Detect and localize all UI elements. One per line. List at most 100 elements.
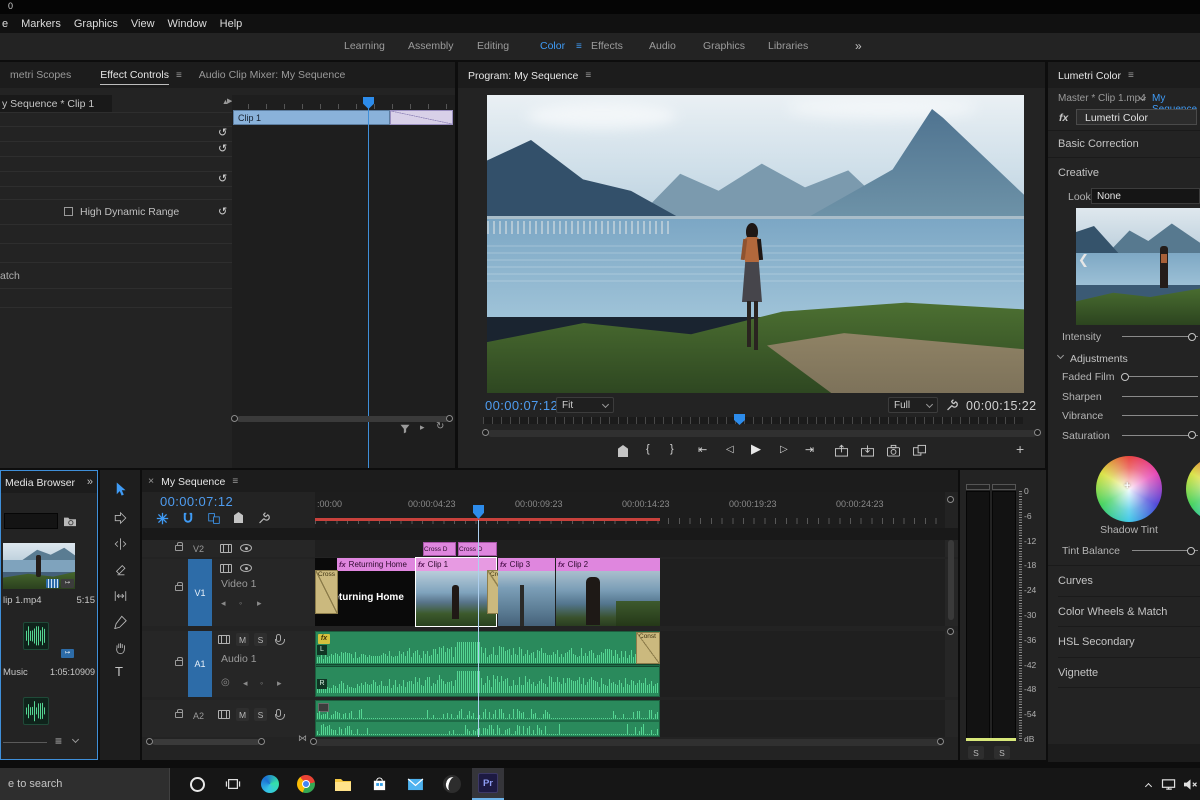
ec-collapse-icon[interactable]: ▲ bbox=[222, 99, 229, 106]
ec-reset-icon[interactable]: ↺ bbox=[218, 142, 227, 155]
media-badge-usage[interactable] bbox=[46, 579, 59, 588]
track-output-icon[interactable] bbox=[218, 710, 230, 719]
lumetri-master-clip[interactable]: Master * Clip 1.mp4 bbox=[1058, 93, 1146, 104]
menu-item[interactable]: Graphics bbox=[74, 18, 118, 30]
menu-item[interactable]: Help bbox=[220, 18, 243, 30]
goto-out-button[interactable]: ⇥ bbox=[805, 443, 814, 456]
menu-item[interactable]: e bbox=[2, 18, 8, 30]
lift-button[interactable] bbox=[833, 443, 849, 457]
audio-clip-a2[interactable] bbox=[315, 700, 660, 737]
task-view-icon[interactable] bbox=[217, 768, 249, 800]
look-preview-thumbnail[interactable] bbox=[1076, 208, 1200, 325]
timeline-add-marker-icon[interactable] bbox=[234, 512, 243, 523]
ec-h-scrollbar[interactable] bbox=[237, 416, 449, 422]
ec-next-clip-bar[interactable] bbox=[390, 110, 453, 125]
type-tool[interactable]: T bbox=[115, 664, 123, 679]
lumetri-effect-bar[interactable]: Lumetri Color bbox=[1076, 109, 1197, 125]
linked-selection-icon[interactable] bbox=[206, 511, 222, 525]
source-patch-v1[interactable]: V1 bbox=[188, 559, 212, 626]
ec-loop-icon[interactable]: ↻ bbox=[436, 421, 444, 432]
play-button[interactable]: ▶ bbox=[751, 441, 761, 457]
microsoft-store-icon[interactable] bbox=[363, 768, 395, 800]
workspace-tab[interactable]: Libraries bbox=[768, 40, 808, 52]
step-back-button[interactable]: ◁ bbox=[726, 444, 734, 455]
lock-icon[interactable] bbox=[175, 585, 183, 591]
ripple-edit-tool[interactable] bbox=[112, 536, 128, 552]
timeline-settings-wrench-icon[interactable] bbox=[256, 511, 272, 525]
adjustments-header[interactable]: Adjustments bbox=[1070, 353, 1128, 365]
add-keyframe-icon[interactable]: ◦ bbox=[239, 598, 242, 608]
program-scroll-handle-right[interactable] bbox=[1034, 429, 1041, 436]
razor-tool[interactable] bbox=[112, 562, 128, 578]
timeline-h-scrollbar[interactable] bbox=[315, 739, 943, 746]
slip-tool[interactable] bbox=[112, 588, 128, 604]
media-zoom-slider[interactable] bbox=[3, 742, 47, 743]
transition-constant-power[interactable]: Const bbox=[636, 632, 660, 664]
workspace-tab[interactable]: Editing bbox=[477, 40, 509, 52]
program-current-timecode[interactable]: 00:00:07:12 bbox=[485, 398, 558, 413]
nest-toggle-icon[interactable] bbox=[154, 511, 170, 525]
workspace-overflow-icon[interactable]: » bbox=[855, 39, 862, 53]
prev-keyframe-icon[interactable]: ◂ bbox=[221, 598, 226, 609]
tab-audio-clip-mixer[interactable]: Audio Clip Mixer: My Sequence bbox=[199, 69, 345, 81]
mute-button[interactable]: M bbox=[236, 633, 249, 646]
tint-balance-knob[interactable] bbox=[1187, 547, 1195, 555]
hand-tool[interactable] bbox=[112, 640, 128, 656]
workspace-menu-icon[interactable]: ≡ bbox=[576, 41, 582, 52]
edge-icon[interactable] bbox=[254, 768, 286, 800]
chrome-icon[interactable] bbox=[290, 768, 322, 800]
button-editor-plus[interactable]: + bbox=[1016, 441, 1024, 457]
tray-expand-icon[interactable] bbox=[1145, 783, 1152, 790]
mark-in-button[interactable]: { bbox=[646, 443, 650, 455]
solo-button[interactable]: S bbox=[968, 746, 984, 759]
solo-button[interactable]: S bbox=[254, 708, 267, 721]
scroll-handle[interactable] bbox=[310, 738, 317, 745]
menu-item[interactable]: Markers bbox=[21, 18, 61, 30]
lumetri-section-header[interactable]: Vignette bbox=[1058, 658, 1200, 689]
export-frame-camera-icon[interactable] bbox=[885, 443, 901, 457]
tint-balance-slider[interactable] bbox=[1132, 550, 1198, 551]
intensity-slider[interactable] bbox=[1122, 336, 1198, 337]
voiceover-mic-icon[interactable] bbox=[276, 634, 281, 642]
clip-2[interactable]: fxClip 2 bbox=[556, 558, 660, 626]
filter-icon[interactable] bbox=[398, 422, 412, 434]
program-scrubber[interactable] bbox=[483, 417, 1023, 424]
track-select-forward-tool[interactable] bbox=[112, 510, 128, 526]
next-keyframe-icon[interactable]: ▸ bbox=[257, 598, 262, 609]
voiceover-mic-icon[interactable] bbox=[276, 709, 281, 717]
look-prev-arrow[interactable]: ❮ bbox=[1078, 252, 1089, 268]
comparison-view-button[interactable] bbox=[911, 443, 927, 457]
tab-effect-controls[interactable]: Effect Controls bbox=[100, 65, 169, 85]
network-icon[interactable] bbox=[1158, 768, 1180, 800]
slider-row[interactable]: Faded Film bbox=[1062, 368, 1200, 388]
v2-clip[interactable]: Cross D bbox=[423, 542, 456, 556]
mark-out-button[interactable]: } bbox=[670, 443, 674, 455]
media-overflow-icon[interactable]: » bbox=[87, 476, 93, 488]
snap-magnet-icon[interactable] bbox=[180, 511, 196, 525]
program-zoom-scrollbar[interactable] bbox=[488, 430, 1036, 437]
intensity-knob[interactable] bbox=[1188, 333, 1196, 341]
workspace-tab[interactable]: Learning bbox=[344, 40, 385, 52]
media-view-chevron-icon[interactable] bbox=[72, 736, 79, 743]
taskbar-search-input[interactable]: e to search bbox=[0, 768, 170, 800]
solo-button[interactable]: S bbox=[254, 633, 267, 646]
adjustments-collapse-icon[interactable] bbox=[1057, 352, 1064, 359]
step-forward-button[interactable]: ▷ bbox=[780, 444, 788, 455]
workspace-tab[interactable]: Audio bbox=[649, 40, 676, 52]
lock-icon[interactable] bbox=[175, 545, 183, 551]
workspace-tab[interactable]: Color bbox=[540, 40, 565, 52]
ec-reset-icon[interactable]: ↺ bbox=[218, 205, 227, 218]
tab-media-browser[interactable]: Media Browser bbox=[5, 473, 75, 492]
panel-menu-icon[interactable]: ≡ bbox=[1128, 70, 1134, 81]
ec-mini-timeline[interactable] bbox=[232, 95, 455, 468]
panel-menu-icon[interactable]: ≡ bbox=[176, 70, 182, 81]
v-zoom-handle[interactable] bbox=[947, 496, 954, 503]
media-badge-arrow[interactable]: ↦ bbox=[61, 579, 74, 588]
look-dropdown[interactable]: None bbox=[1091, 188, 1200, 204]
lumetri-section-header[interactable]: HSL Secondary bbox=[1058, 627, 1200, 658]
premiere-pro-taskbar-button[interactable]: Pr bbox=[472, 768, 504, 800]
selection-tool[interactable] bbox=[112, 480, 128, 498]
transition-cross-dissolve[interactable]: Cross bbox=[315, 570, 338, 614]
ec-play-icon[interactable]: ▸ bbox=[420, 422, 425, 433]
ec-reset-icon[interactable]: ↺ bbox=[218, 172, 227, 185]
